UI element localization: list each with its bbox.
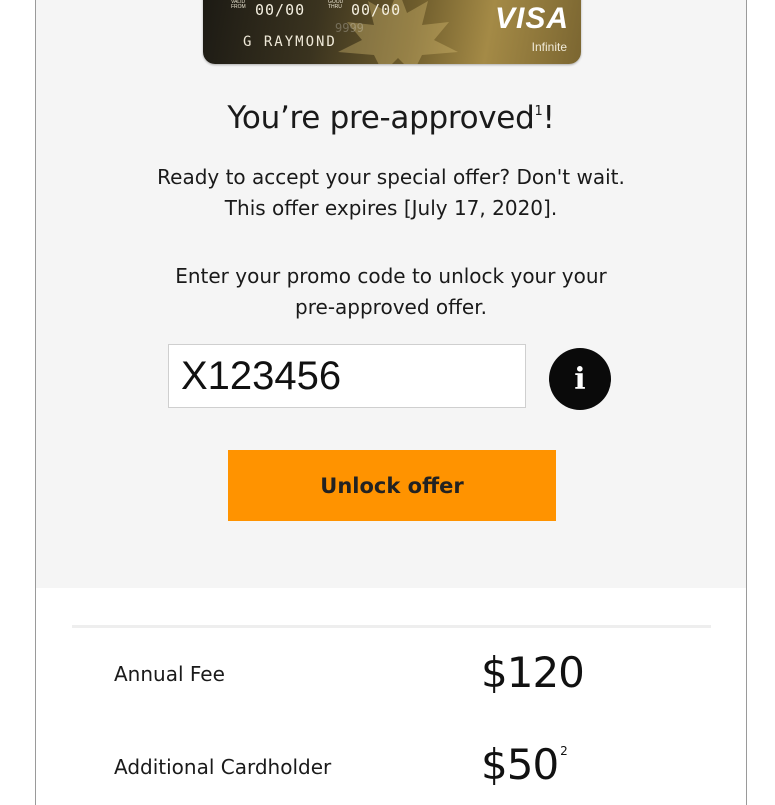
valid-from-label: VALID FROM bbox=[231, 0, 246, 10]
title-footnote[interactable]: 1 bbox=[534, 104, 542, 119]
card-tier: Infinite bbox=[531, 40, 567, 54]
page: VALID FROM 00/00 GOOD THRU 00/00 9999 G … bbox=[0, 0, 775, 805]
promo-code-input[interactable] bbox=[168, 344, 526, 408]
offer-hero: VALID FROM 00/00 GOOD THRU 00/00 9999 G … bbox=[36, 0, 746, 588]
additional-cardholder-label: Additional Cardholder bbox=[114, 755, 332, 779]
info-icon[interactable]: i bbox=[549, 348, 611, 410]
title-suffix: ! bbox=[542, 100, 555, 136]
card-embossed-digits: 9999 bbox=[335, 21, 364, 35]
unlock-offer-button[interactable]: Unlock offer bbox=[228, 450, 556, 521]
content-frame: VALID FROM 00/00 GOOD THRU 00/00 9999 G … bbox=[35, 0, 747, 805]
annual-fee-value: $120 bbox=[481, 648, 586, 697]
offer-line-1: Ready to accept your special offer? Don'… bbox=[157, 165, 625, 189]
additional-cardholder-value: $50 2 bbox=[481, 740, 568, 789]
additional-cardholder-amount: $50 bbox=[481, 740, 559, 789]
offer-description: Ready to accept your special offer? Don'… bbox=[36, 162, 746, 224]
good-thru-date: 00/00 bbox=[351, 1, 402, 19]
promo-line-2: pre-approved offer. bbox=[295, 295, 487, 319]
offer-line-2: This offer expires [July 17, 2020]. bbox=[224, 196, 558, 220]
credit-card-image: VALID FROM 00/00 GOOD THRU 00/00 9999 G … bbox=[203, 0, 581, 64]
title-text: You’re pre-approved bbox=[227, 100, 535, 136]
valid-from-date: 00/00 bbox=[255, 1, 306, 19]
visa-logo: VISA bbox=[494, 2, 569, 35]
cardholder-name: G RAYMOND bbox=[243, 34, 337, 50]
page-title: You’re pre-approved1! bbox=[36, 100, 746, 136]
additional-cardholder-footnote[interactable]: 2 bbox=[560, 744, 568, 758]
promo-line-1: Enter your promo code to unlock your you… bbox=[175, 264, 607, 288]
good-thru-label: GOOD THRU bbox=[328, 0, 344, 10]
annual-fee-label: Annual Fee bbox=[114, 662, 225, 686]
promo-instructions: Enter your promo code to unlock your you… bbox=[36, 261, 746, 323]
divider bbox=[72, 625, 711, 628]
annual-fee-amount: $120 bbox=[481, 648, 585, 697]
